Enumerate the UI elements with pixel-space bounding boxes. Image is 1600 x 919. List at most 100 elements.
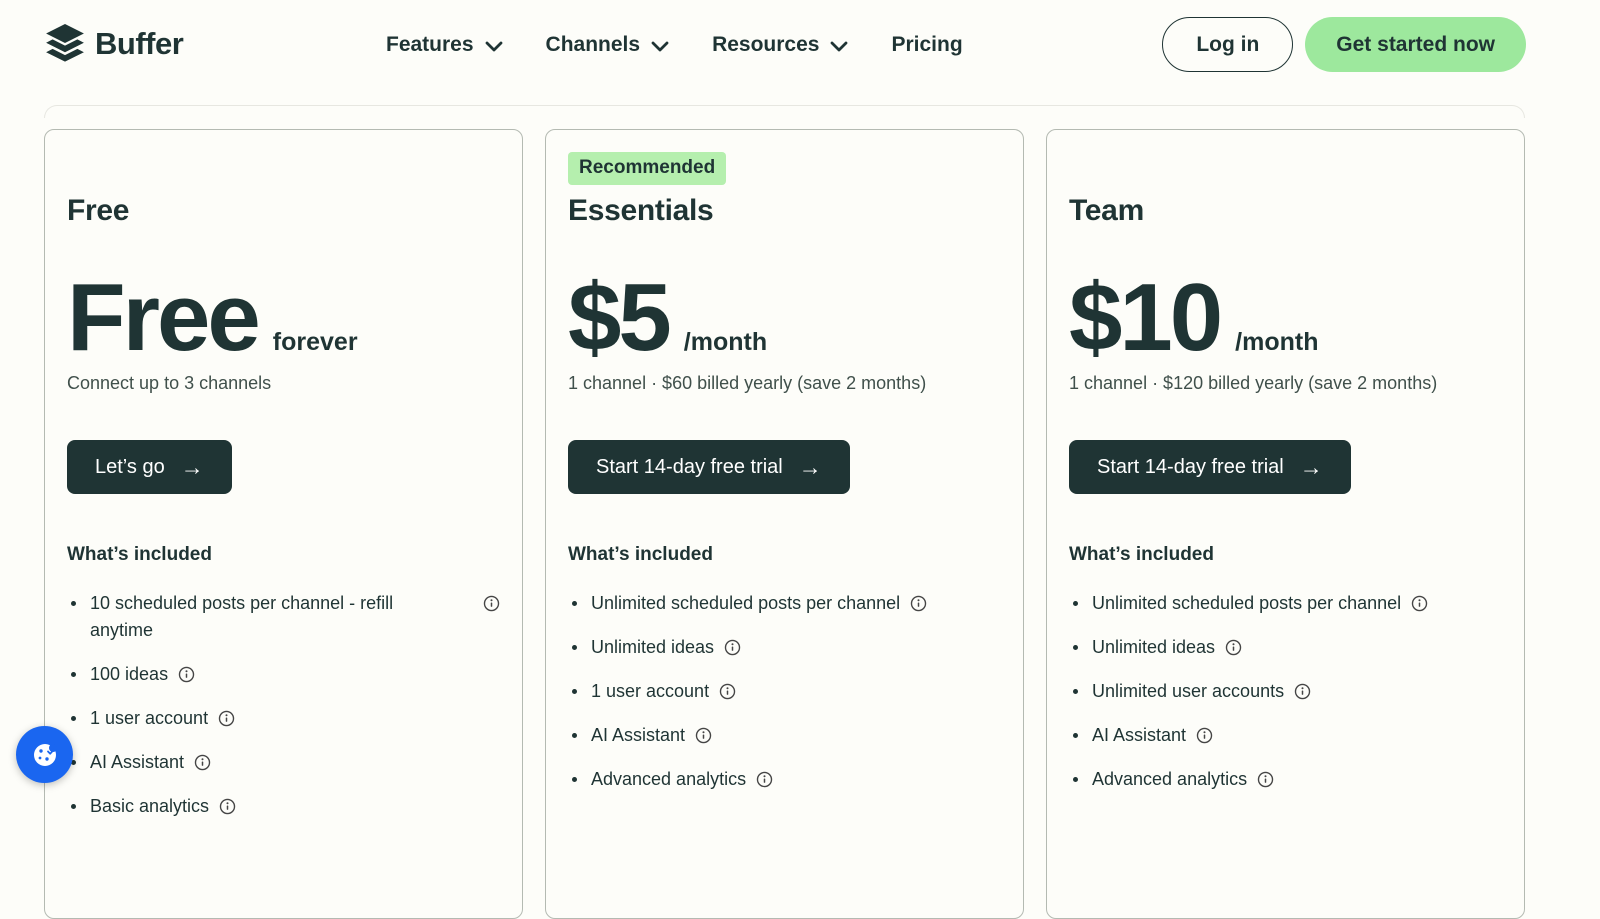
nav-item-channels[interactable]: Channels xyxy=(546,33,670,57)
billing-note: Connect up to 3 channels xyxy=(67,373,272,394)
billing-note: 1 channel · $120 billed yearly (save 2 m… xyxy=(1069,373,1438,394)
bullet-dot xyxy=(71,672,76,678)
info-icon[interactable] xyxy=(719,683,736,700)
chevron-down-icon xyxy=(651,41,669,52)
team-plan-cta-button[interactable]: Start 14-day free trial → xyxy=(1069,440,1351,495)
nav-item-features[interactable]: Features xyxy=(386,33,503,57)
billing-note: 1 channel · $60 billed yearly (save 2 mo… xyxy=(568,373,927,394)
nav-item-pricing[interactable]: Pricing xyxy=(891,33,962,57)
info-icon[interactable] xyxy=(1225,639,1242,656)
bullet-dot xyxy=(71,716,76,722)
bullet-dot xyxy=(71,601,76,607)
feature-item: Advanced analytics xyxy=(1069,766,1502,793)
buffer-logo-icon xyxy=(46,24,84,62)
price-row: $5 /month xyxy=(568,264,1001,371)
price-row: $10 /month xyxy=(1069,264,1502,371)
recommended-badge: Recommended xyxy=(568,152,727,185)
feature-item: Unlimited ideas xyxy=(1069,634,1502,661)
info-icon[interactable] xyxy=(218,710,235,727)
feature-item: Unlimited ideas xyxy=(568,634,1001,661)
bullet-dot xyxy=(1073,645,1078,651)
free-plan-cta-button[interactable]: Let’s go → xyxy=(67,440,232,495)
feature-item: Unlimited scheduled posts per channel xyxy=(1069,590,1502,617)
info-icon[interactable] xyxy=(756,771,773,788)
info-icon[interactable] xyxy=(1196,727,1213,744)
info-icon[interactable] xyxy=(1411,595,1428,612)
feature-item: AI Assistant xyxy=(568,722,1001,749)
bullet-dot xyxy=(1073,601,1078,607)
bullet-dot xyxy=(1073,689,1078,695)
included-title: What’s included xyxy=(1069,544,1214,566)
feature-item: AI Assistant xyxy=(1069,722,1502,749)
bullet-dot xyxy=(1073,777,1078,783)
arrow-right-icon: → xyxy=(180,453,204,480)
badge-slot xyxy=(1069,152,1502,192)
feature-item: 10 scheduled posts per channel - refill … xyxy=(67,590,500,644)
plan-price: Free xyxy=(67,264,261,371)
cookie-settings-button[interactable] xyxy=(16,726,73,783)
nav-actions: Log in Get started now xyxy=(1162,17,1526,72)
plan-price: $10 xyxy=(1069,264,1223,371)
plan-name: Essentials xyxy=(568,194,714,227)
feature-list: Unlimited scheduled posts per channel Un… xyxy=(568,590,1001,793)
info-icon[interactable] xyxy=(724,639,741,656)
cta-label: Start 14-day free trial xyxy=(596,455,783,478)
brand-name: Buffer xyxy=(95,26,184,61)
bullet-dot xyxy=(572,645,577,651)
info-icon[interactable] xyxy=(1257,771,1274,788)
plan-name: Free xyxy=(67,194,130,227)
info-icon[interactable] xyxy=(1294,683,1311,700)
bullet-dot xyxy=(572,689,577,695)
essentials-plan-cta-button[interactable]: Start 14-day free trial → xyxy=(568,440,850,495)
badge-slot xyxy=(67,152,500,192)
section-divider xyxy=(44,105,1525,118)
cta-label: Start 14-day free trial xyxy=(1097,455,1284,478)
bullet-dot xyxy=(71,804,76,810)
info-icon[interactable] xyxy=(178,666,195,683)
main-nav: Features Channels Resources Pricing xyxy=(386,0,963,90)
feature-item: Advanced analytics xyxy=(568,766,1001,793)
feature-list: 10 scheduled posts per channel - refill … xyxy=(67,590,500,820)
info-icon[interactable] xyxy=(695,727,712,744)
bullet-dot xyxy=(572,777,577,783)
info-icon[interactable] xyxy=(910,595,927,612)
plan-price: $5 xyxy=(568,264,672,371)
included-title: What’s included xyxy=(568,544,713,566)
arrow-right-icon: → xyxy=(798,453,822,480)
feature-item: Unlimited scheduled posts per channel xyxy=(568,590,1001,617)
bullet-dot xyxy=(572,601,577,607)
price-suffix: /month xyxy=(683,328,768,356)
feature-item: AI Assistant xyxy=(67,749,500,776)
plan-card-free: Free Free forever Connect up to 3 channe… xyxy=(44,129,523,919)
nav-item-resources[interactable]: Resources xyxy=(712,33,848,57)
feature-item: 1 user account xyxy=(568,678,1001,705)
get-started-button[interactable]: Get started now xyxy=(1305,17,1526,72)
info-icon[interactable] xyxy=(219,798,236,815)
plan-name: Team xyxy=(1069,194,1144,227)
plan-card-team: Team $10 /month 1 channel · $120 billed … xyxy=(1046,129,1525,919)
price-suffix: /month xyxy=(1235,328,1319,356)
badge-slot: Recommended xyxy=(568,152,1001,192)
info-icon[interactable] xyxy=(483,595,500,612)
bullet-dot xyxy=(572,733,577,739)
feature-item: 1 user account xyxy=(67,705,500,732)
info-icon[interactable] xyxy=(194,754,211,771)
feature-item: 100 ideas xyxy=(67,661,500,688)
plan-card-essentials: Recommended Essentials $5 /month 1 chann… xyxy=(545,129,1024,919)
feature-list: Unlimited scheduled posts per channel Un… xyxy=(1069,590,1502,793)
arrow-right-icon: → xyxy=(1299,453,1323,480)
buffer-logo[interactable]: Buffer xyxy=(44,23,184,65)
top-nav: Buffer Features Channels Resources Prici… xyxy=(0,0,1600,90)
login-button[interactable]: Log in xyxy=(1162,17,1294,72)
pricing-cards: Free Free forever Connect up to 3 channe… xyxy=(44,129,1525,919)
bullet-dot xyxy=(1073,733,1078,739)
cta-label: Let’s go xyxy=(95,455,165,478)
price-suffix: forever xyxy=(272,328,358,356)
included-title: What’s included xyxy=(67,544,212,566)
feature-item: Basic analytics xyxy=(67,793,500,820)
feature-item: Unlimited user accounts xyxy=(1069,678,1502,705)
cookie-icon xyxy=(33,743,57,766)
chevron-down-icon xyxy=(831,41,848,52)
price-row: Free forever xyxy=(67,264,500,371)
chevron-down-icon xyxy=(485,41,502,52)
